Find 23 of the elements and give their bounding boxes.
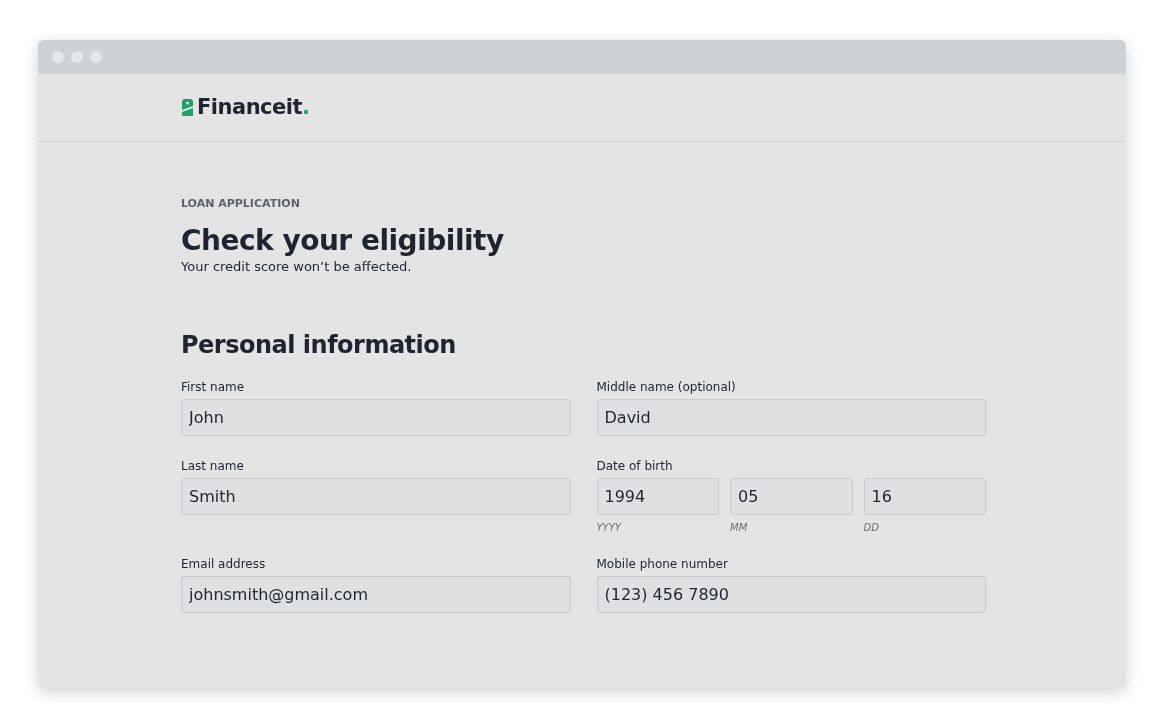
field-label: Mobile phone number xyxy=(596,557,729,571)
section-title: Personal information xyxy=(181,330,457,360)
input-field[interactable]: 1994 xyxy=(596,478,719,515)
input-field[interactable]: johnsmith@gmail.com xyxy=(181,576,571,613)
logo-icon xyxy=(181,98,194,117)
input-field[interactable]: 05 xyxy=(730,478,853,515)
field-label: Middle name (optional) xyxy=(596,380,737,394)
input-field[interactable]: Smith xyxy=(181,478,571,515)
field-label: Last name xyxy=(181,459,245,473)
logo-wordmark: Financeit. xyxy=(197,97,310,118)
input-field[interactable]: (123) 456 7890 xyxy=(596,576,986,613)
input-field[interactable]: David xyxy=(596,399,986,436)
input-field[interactable]: John xyxy=(181,399,571,436)
field-label: Email address xyxy=(181,557,267,571)
page-title: Check your eligibility xyxy=(181,224,505,258)
field-hint: MM xyxy=(730,522,749,534)
field-label: First name xyxy=(181,380,246,394)
input-field[interactable]: 16 xyxy=(863,478,986,515)
field-label: Date of birth xyxy=(596,459,674,473)
field-hint: DD xyxy=(863,522,880,534)
field-hint: YYYY xyxy=(596,522,623,534)
eyebrow-text: LOAN APPLICATION xyxy=(181,197,301,211)
page-subtitle: Your credit score won’t be affected. xyxy=(181,259,413,275)
